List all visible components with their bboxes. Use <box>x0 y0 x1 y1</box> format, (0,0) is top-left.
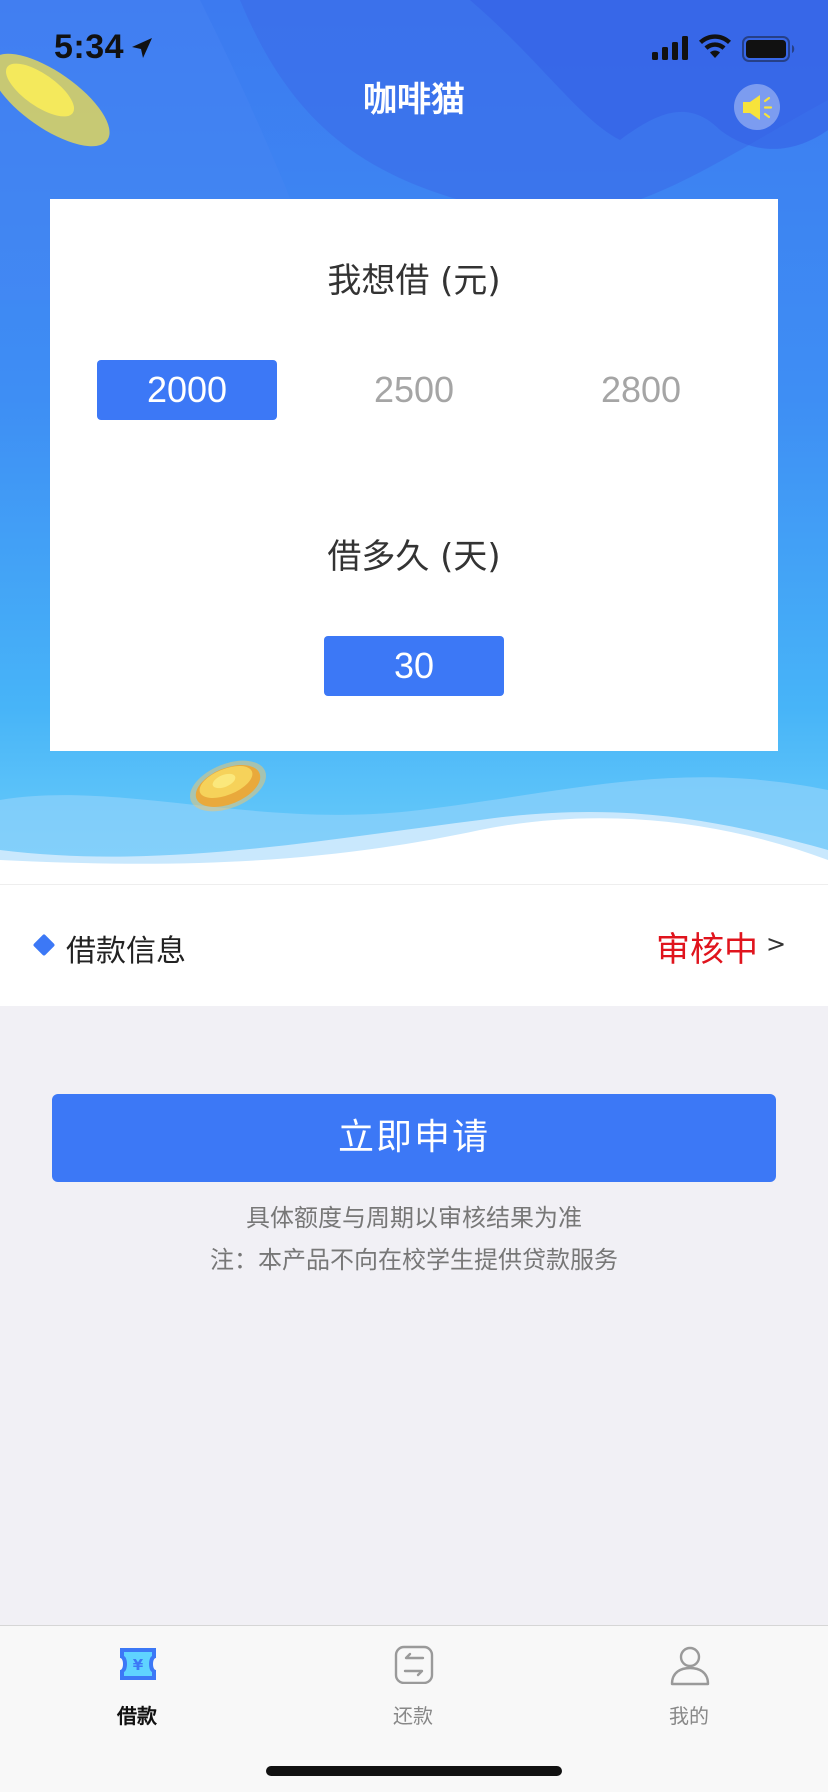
loan-ticket-icon: ¥ <box>120 1648 156 1680</box>
wifi-icon <box>699 34 731 58</box>
location-arrow-icon <box>132 38 152 58</box>
review-status-text: 审核中 <box>656 930 758 970</box>
chevron-right-icon: > <box>766 930 787 958</box>
term-option-30[interactable]: 30 <box>324 636 504 696</box>
home-indicator <box>266 1766 562 1776</box>
tab-profile[interactable]: 我的 <box>629 1626 749 1736</box>
battery-icon <box>742 36 795 62</box>
term-label: 借多久 (天) <box>327 537 501 577</box>
apply-now-button[interactable]: 立即申请 <box>52 1094 776 1182</box>
cellular-signal-icon <box>652 36 688 60</box>
tab-repay[interactable]: 还款 <box>353 1626 473 1736</box>
tab-loan[interactable]: ¥ 借款 <box>77 1626 197 1736</box>
tab-profile-label: 我的 <box>669 1704 709 1728</box>
amount-option-2500[interactable]: 2500 <box>324 360 504 420</box>
page-title: 咖啡猫 <box>363 80 465 120</box>
speaker-icon <box>743 95 773 120</box>
note-quota: 具体额度与周期以审核结果为准 <box>246 1204 582 1232</box>
amount-option-2000[interactable]: 2000 <box>97 360 277 420</box>
user-profile-icon <box>670 1646 710 1686</box>
tab-loan-label: 借款 <box>117 1704 157 1728</box>
amount-label: 我想借 (元) <box>327 261 501 301</box>
loan-selection-card: 我想借 (元) 2000 2500 2800 借多久 (天) 30 <box>50 199 778 751</box>
loan-info-label: 借款信息 <box>66 934 186 969</box>
note-students: 注：本产品不向在校学生提供贷款服务 <box>210 1246 618 1274</box>
svg-text:¥: ¥ <box>133 1656 144 1674</box>
repay-exchange-icon <box>394 1645 434 1684</box>
announcement-button[interactable] <box>734 84 780 130</box>
tab-repay-label: 还款 <box>393 1704 433 1728</box>
amount-option-2800[interactable]: 2800 <box>551 360 731 420</box>
status-time: 5:34 <box>54 28 125 66</box>
